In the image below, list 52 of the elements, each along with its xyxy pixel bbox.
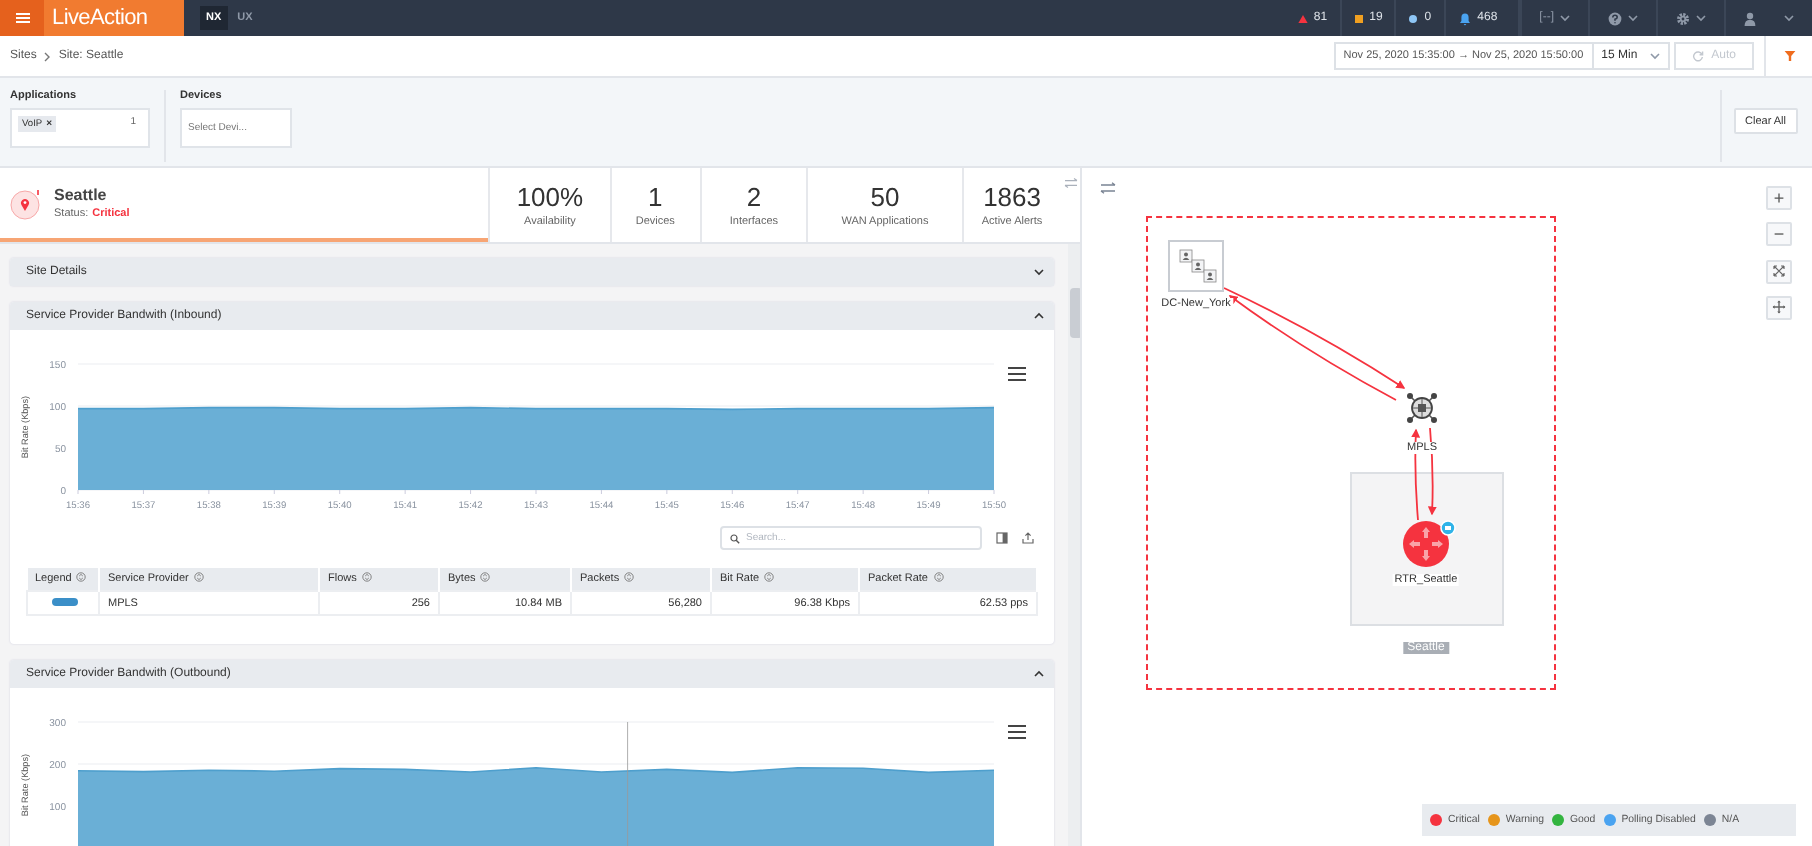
fit-button[interactable]	[1766, 260, 1792, 284]
chevron-icon[interactable]	[1034, 268, 1044, 276]
search-icon	[730, 533, 740, 543]
sort-icon[interactable]	[193, 572, 204, 583]
sort-icon[interactable]	[361, 572, 372, 583]
stat-value: 1863	[983, 182, 1041, 212]
refresh-icon	[1691, 50, 1704, 62]
caret-icon	[1784, 14, 1794, 22]
stat-value: 100%	[516, 182, 584, 212]
chart-menu-icon[interactable]	[1006, 724, 1028, 740]
caret-icon	[1628, 14, 1638, 22]
filter-icon	[1783, 50, 1795, 62]
sort-icon[interactable]	[624, 572, 635, 583]
columns-icon[interactable]	[996, 532, 1008, 544]
location-pin-icon	[10, 187, 42, 219]
swap-icon[interactable]	[1100, 182, 1116, 194]
caret-icon	[1649, 52, 1660, 60]
move-icon	[1772, 300, 1786, 314]
sort-icon[interactable]	[764, 572, 775, 583]
chevron-icon[interactable]	[1034, 312, 1044, 320]
swap-icon[interactable]	[1063, 178, 1078, 188]
zoom-in-button[interactable]: +	[1766, 186, 1792, 210]
scrollbar[interactable]	[1068, 244, 1080, 846]
menu-button[interactable]	[0, 0, 44, 36]
sort-icon[interactable]	[933, 572, 943, 583]
sort-icon[interactable]	[76, 572, 87, 583]
caret-icon	[1560, 14, 1570, 22]
user-icon	[1744, 11, 1756, 25]
router-icon[interactable]	[1402, 516, 1458, 568]
menu-icon	[15, 12, 29, 24]
sort-icon[interactable]	[480, 572, 491, 583]
zoom-out-button[interactable]: −	[1766, 222, 1792, 246]
export-icon[interactable]	[1022, 532, 1034, 544]
site-group-icon[interactable]	[1168, 240, 1224, 292]
chevron-icon	[44, 51, 51, 61]
logo: LiveAction	[44, 0, 184, 36]
caret-icon	[1696, 14, 1706, 22]
stat-value: 1	[648, 182, 663, 212]
network-hub-icon[interactable]	[1404, 390, 1440, 426]
gear-icon	[1676, 11, 1690, 25]
help-icon	[1608, 11, 1622, 25]
dot-icon	[1408, 13, 1419, 23]
pan-button[interactable]	[1766, 296, 1792, 320]
square-icon	[1353, 13, 1364, 23]
site-name: Seattle	[54, 186, 109, 204]
stat-value: 50	[870, 182, 900, 212]
stat-value: 2	[746, 182, 762, 212]
triangle-icon	[1297, 13, 1308, 23]
chevron-icon[interactable]	[1034, 670, 1044, 678]
chart-menu-icon[interactable]	[1006, 366, 1028, 382]
bell-icon	[1457, 11, 1472, 25]
fit-icon	[1772, 264, 1786, 278]
